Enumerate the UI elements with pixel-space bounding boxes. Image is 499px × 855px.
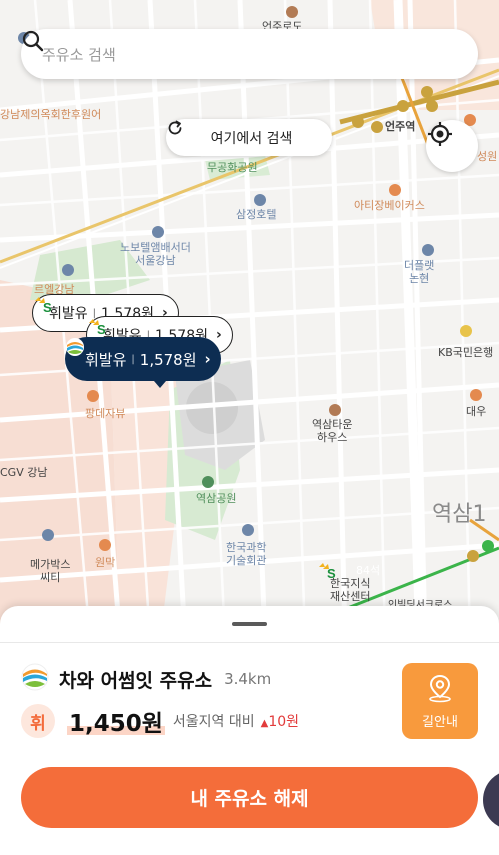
navigation-button[interactable]: 길안내 <box>402 663 478 739</box>
map-label-knowledge-center: 한국지식 재산센터 <box>330 577 371 603</box>
regional-compare-label: 서울지역 대비 <box>172 714 255 730</box>
sheet-drag-handle[interactable] <box>232 622 267 626</box>
fuel-price: 1,450원 <box>69 711 163 737</box>
price-row: 휘 1,450원 서울지역 대비 ▲10원 <box>21 704 299 738</box>
map-label-yeoksam-town: 역삼타운 하우스 <box>312 418 353 444</box>
map-label-pungdeok: 팡데자뷰 <box>85 407 126 420</box>
search-here-button[interactable]: 여기에서 검색 <box>166 119 332 156</box>
map-label-mugongwon: 무공화공원 <box>207 161 258 174</box>
search-here-label: 여기에서 검색 <box>210 130 293 147</box>
map-label-artisan-bakers: 아티장베이커스 <box>354 199 425 212</box>
map-label-cgv: CGV 강남 <box>0 466 48 479</box>
map-label-yeoksam-park: 역삼공원 <box>196 492 237 505</box>
station-header: 차와 어썸잇 주유소 3.4km <box>21 663 271 695</box>
map-label-samjeong-hotel: 삼정호텔 <box>236 208 277 221</box>
price-diff: ▲10원 <box>261 711 299 731</box>
search-input[interactable]: 주유소 검색 <box>42 44 116 65</box>
navigation-label: 길안내 <box>422 714 458 730</box>
svg-text:S: S <box>97 322 106 335</box>
price-wrap: 1,450원 <box>67 704 165 738</box>
fuel-type-badge: 휘 <box>21 704 55 738</box>
selected-gas-station-marker[interactable]: 휘발유 | 1,578원 › <box>65 337 221 381</box>
chevron-right-icon: › <box>215 327 222 343</box>
map-label-daewoo: 대우 <box>466 405 487 418</box>
map-label-gangnam-office: 강남제의옥회한후원어 <box>0 108 102 121</box>
map-view[interactable]: 언주로도 강남제의옥회한후원어 언주역 무공화공원 삼정호텔 아티장베이커스 노… <box>0 0 499 640</box>
map-label-novotel: 노보텔앰배서더 서울강남 <box>120 241 191 267</box>
current-location-button[interactable] <box>426 120 478 172</box>
sk-energy-logo-icon <box>21 663 49 695</box>
floating-action-button[interactable] <box>483 770 499 830</box>
sheet-divider <box>0 642 499 643</box>
map-label-kist: 한국과학 기술회관 <box>226 541 267 567</box>
marker-separator: | <box>131 353 135 365</box>
map-label-wonmak: 원막 <box>95 556 116 569</box>
station-distance: 3.4km <box>224 670 272 688</box>
svg-text:S: S <box>327 566 336 579</box>
map-label-megabox: 메가박스 씨티 <box>30 558 71 584</box>
map-label-kb-bank: KB국민은행 <box>438 346 494 359</box>
marker-pointer <box>154 381 166 388</box>
station-bottom-sheet: 차와 어썸잇 주유소 3.4km 휘 1,450원 서울지역 대비 ▲10원 길… <box>0 606 499 855</box>
station-name: 차와 어썸잇 주유소 <box>59 669 213 692</box>
marker-fuel: 휘발유 <box>85 350 127 369</box>
price-diff-value: 10원 <box>268 714 300 730</box>
map-label-yeoksam-big: 역삼1 <box>432 502 487 527</box>
chevron-right-icon: › <box>204 350 211 368</box>
map-label-the-flat: 더플랫 논현 <box>404 259 435 285</box>
release-my-station-button[interactable]: 내 주유소 해제 <box>21 767 478 828</box>
app-root: 언주로도 강남제의옥회한후원어 언주역 무공화공원 삼정호텔 아티장베이커스 노… <box>0 0 499 855</box>
map-pin-icon <box>426 673 454 707</box>
svg-text:S: S <box>43 300 52 313</box>
search-bar[interactable]: 주유소 검색 <box>21 29 478 79</box>
map-label-eonju-station: 언주역 <box>385 120 416 133</box>
map-label-stop-84: 84석 <box>356 564 381 577</box>
map-label-partial-lamp: 성원 <box>477 150 498 163</box>
marker-price: 1,578원 <box>139 350 197 369</box>
